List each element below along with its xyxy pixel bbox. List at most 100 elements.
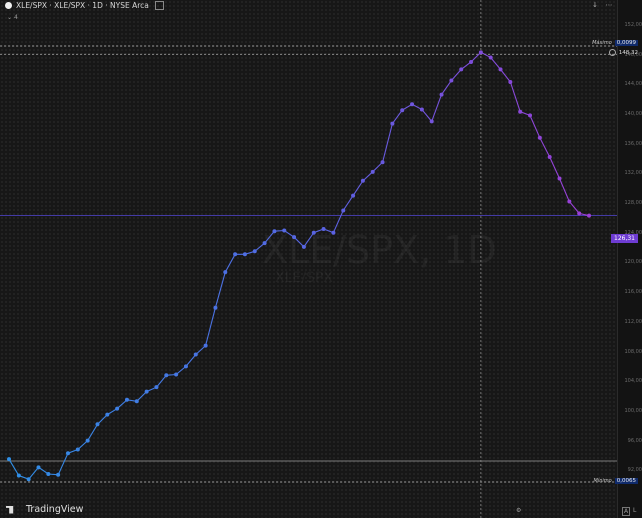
settings-gear-icon[interactable]: ⚙ [516, 507, 521, 514]
current-price-tag: 126,31 [611, 234, 638, 243]
log-scale-button[interactable]: L [633, 507, 636, 514]
price-axis-tick: 116,00 [624, 289, 642, 296]
tradingview-logo[interactable]: TradingView [6, 504, 83, 515]
data-point[interactable] [311, 230, 316, 235]
data-point[interactable] [7, 457, 11, 462]
price-axis-tick: 96,00 [627, 437, 642, 444]
data-point[interactable] [144, 389, 149, 394]
data-point[interactable] [272, 229, 277, 234]
data-point[interactable] [508, 80, 513, 85]
data-point[interactable] [16, 473, 21, 478]
data-point[interactable] [203, 343, 208, 348]
tradingview-icon [6, 505, 14, 514]
brand-name: TradingView [26, 504, 84, 515]
data-point[interactable] [65, 451, 70, 456]
data-point[interactable] [587, 213, 591, 218]
max-price: 148,32 [618, 49, 638, 56]
data-point[interactable] [105, 412, 110, 417]
data-point[interactable] [469, 59, 474, 64]
price-axis-tick: 144,00 [624, 81, 642, 88]
data-point[interactable] [26, 477, 31, 482]
data-point[interactable] [567, 199, 572, 204]
data-point[interactable] [537, 135, 542, 140]
data-point[interactable] [321, 227, 326, 232]
data-point[interactable] [154, 385, 159, 390]
data-point[interactable] [577, 211, 582, 216]
data-point[interactable] [85, 438, 90, 443]
chevron-down-icon: ⌄ [7, 14, 13, 21]
chart-title[interactable]: XLE/SPX · XLE/SPX · 1D · NYSE Arca [16, 1, 149, 10]
data-point[interactable] [459, 67, 464, 72]
price-axis-tick: 108,00 [624, 348, 642, 355]
price-axis-tick: 104,00 [624, 378, 642, 385]
chart-header: XLE/SPX · XLE/SPX · 1D · NYSE Arca [5, 1, 164, 10]
data-point[interactable] [223, 270, 228, 275]
price-axis-tick: 132,00 [624, 170, 642, 177]
data-point[interactable] [95, 422, 100, 427]
data-point[interactable] [292, 235, 297, 240]
data-point[interactable] [547, 155, 552, 159]
price-axis-tick: 92,00 [627, 467, 642, 474]
data-point[interactable] [262, 241, 267, 246]
price-axis-tick: 152,00 [624, 21, 642, 28]
data-point[interactable] [174, 372, 179, 377]
data-point[interactable] [75, 447, 80, 452]
data-point[interactable] [370, 169, 375, 174]
data-point[interactable] [242, 252, 247, 257]
data-point[interactable] [351, 193, 356, 198]
data-point[interactable] [193, 352, 198, 357]
max-value: 0,0099 [614, 40, 638, 46]
data-point[interactable] [331, 230, 336, 235]
data-point[interactable] [164, 373, 169, 378]
chart-window: XLE/SPX, 1D XLE/SPX 152,00 148,00 144,00 14… [0, 0, 642, 518]
price-axis[interactable]: 152,00 148,00 144,00 140,00 136,00 132,00 128,… [617, 0, 642, 518]
more-icon[interactable]: ⋯ [604, 1, 614, 10]
data-point[interactable] [439, 92, 444, 97]
data-point[interactable] [518, 109, 523, 114]
data-point[interactable] [380, 160, 385, 165]
symbol-logo-icon [5, 2, 12, 9]
header-toggle-icon[interactable] [154, 1, 164, 10]
data-point[interactable] [115, 406, 120, 411]
data-point[interactable] [36, 465, 41, 470]
data-point[interactable] [183, 364, 188, 369]
data-point[interactable] [478, 50, 483, 55]
data-point[interactable] [400, 108, 405, 113]
max-marker: Máximo 0,0099 [592, 40, 638, 46]
download-icon[interactable]: ↓ [590, 1, 600, 10]
data-point[interactable] [488, 55, 493, 60]
data-point[interactable] [557, 176, 562, 181]
price-axis-tick: 100,00 [624, 407, 642, 414]
price-axis-tick: 128,00 [624, 200, 642, 207]
data-point[interactable] [449, 78, 454, 83]
data-point[interactable] [134, 399, 139, 404]
indicator-count: 4 [13, 14, 18, 21]
data-point[interactable] [360, 178, 365, 183]
price-marker-icon [608, 49, 616, 56]
data-point[interactable] [429, 119, 434, 124]
price-axis-tick: 112,00 [624, 318, 642, 325]
price-series-line [8, 51, 590, 480]
data-point[interactable] [233, 252, 238, 257]
data-point[interactable] [390, 121, 395, 126]
data-point[interactable] [46, 472, 51, 477]
data-point[interactable] [301, 244, 306, 249]
price-axis-tick: 140,00 [624, 110, 642, 117]
min-label: Mínimo [593, 478, 612, 484]
data-point[interactable] [341, 208, 346, 213]
max-label: Máximo [592, 40, 612, 46]
indicator-legend-toggle[interactable]: ⌄ 4 [7, 14, 18, 21]
data-point[interactable] [213, 305, 218, 310]
price-axis-tick: 136,00 [624, 140, 642, 147]
data-point[interactable] [124, 397, 129, 402]
data-point[interactable] [282, 228, 287, 233]
data-point[interactable] [410, 102, 415, 107]
data-point[interactable] [419, 107, 424, 112]
data-point[interactable] [56, 472, 61, 477]
auto-scale-button[interactable]: A [622, 507, 631, 516]
price-chart [0, 0, 617, 518]
max-price-marker: 148,32 [608, 49, 638, 56]
data-point[interactable] [252, 249, 257, 254]
data-point[interactable] [528, 113, 533, 118]
data-point[interactable] [498, 67, 503, 72]
